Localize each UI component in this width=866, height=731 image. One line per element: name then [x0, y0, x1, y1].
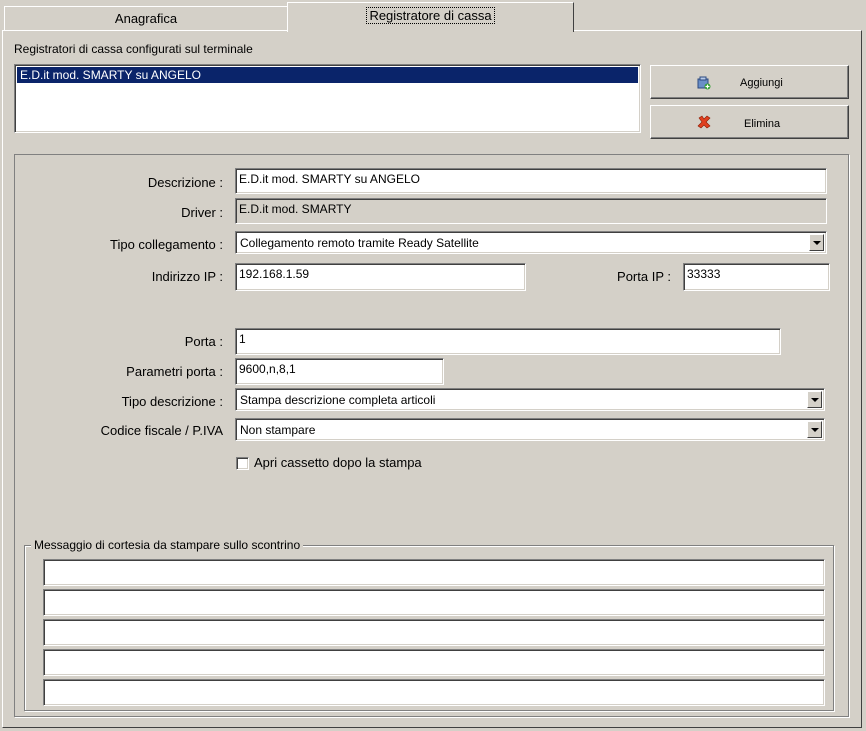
list-item-label: E.D.it mod. SMARTY su ANGELO [20, 68, 201, 82]
tab-registratore-di-cassa[interactable]: Registratore di cassa [287, 2, 574, 32]
messaggio-line-2[interactable] [43, 589, 825, 616]
tab-anagrafica-label: Anagrafica [114, 11, 178, 26]
parametri-porta-label: Parametri porta : [126, 364, 223, 379]
codice-fiscale-select[interactable]: Non stampare [235, 418, 825, 441]
chevron-down-icon[interactable] [807, 421, 822, 438]
porta-ip-label: Porta IP : [617, 269, 671, 284]
codice-fiscale-value: Non stampare [240, 423, 316, 437]
parametri-porta-input[interactable]: 9600,n,8,1 [235, 358, 444, 385]
descrizione-value: E.D.it mod. SMARTY su ANGELO [239, 172, 420, 186]
messaggio-line-5[interactable] [43, 679, 825, 706]
messaggio-line-4[interactable] [43, 649, 825, 676]
tipo-descrizione-label: Tipo descrizione : [121, 394, 223, 409]
indirizzo-ip-label: Indirizzo IP : [151, 269, 223, 284]
codice-fiscale-label: Codice fiscale / P.IVA [100, 423, 223, 438]
indirizzo-ip-input[interactable]: 192.168.1.59 [235, 263, 526, 291]
delete-button[interactable]: Elimina [650, 105, 849, 139]
tipo-collegamento-select[interactable]: Collegamento remoto tramite Ready Satell… [235, 231, 827, 254]
chevron-down-icon[interactable] [809, 234, 824, 251]
driver-value: E.D.it mod. SMARTY [239, 202, 352, 216]
messaggio-group-title: Messaggio di cortesia da stampare sullo … [31, 538, 304, 552]
descrizione-input[interactable]: E.D.it mod. SMARTY su ANGELO [235, 168, 827, 194]
apri-cassetto-checkbox[interactable] [236, 457, 249, 470]
parametri-porta-value: 9600,n,8,1 [239, 362, 296, 376]
porta-ip-input[interactable]: 33333 [683, 263, 830, 291]
register-list[interactable]: E.D.it mod. SMARTY su ANGELO [14, 64, 641, 133]
chevron-down-icon[interactable] [807, 391, 822, 408]
delete-x-icon [697, 115, 711, 129]
tab-registratore-label: Registratore di cassa [366, 7, 495, 24]
tipo-descrizione-select[interactable]: Stampa descrizione completa articoli [235, 388, 825, 411]
porta-ip-value: 33333 [687, 267, 721, 281]
add-button-label: Aggiungi [740, 77, 783, 89]
driver-label: Driver : [181, 205, 223, 220]
add-register-icon [697, 76, 711, 90]
tipo-collegamento-value: Collegamento remoto tramite Ready Satell… [240, 236, 479, 250]
indirizzo-ip-value: 192.168.1.59 [239, 267, 310, 281]
add-button[interactable]: Aggiungi [650, 65, 849, 99]
delete-button-label: Elimina [744, 118, 781, 130]
porta-label: Porta : [184, 334, 223, 349]
messaggio-line-3[interactable] [43, 619, 825, 646]
driver-field: E.D.it mod. SMARTY [235, 198, 827, 224]
porta-value: 1 [239, 332, 246, 346]
tipo-descrizione-value: Stampa descrizione completa articoli [240, 393, 436, 407]
tab-anagrafica[interactable]: Anagrafica [4, 6, 288, 30]
porta-input[interactable]: 1 [235, 328, 781, 355]
list-item[interactable]: E.D.it mod. SMARTY su ANGELO [17, 67, 638, 83]
descrizione-label: Descrizione : [147, 175, 223, 190]
tipo-collegamento-label: Tipo collegamento : [110, 237, 223, 252]
apri-cassetto-label[interactable]: Apri cassetto dopo la stampa [254, 455, 422, 470]
messaggio-line-1[interactable] [43, 559, 825, 586]
list-title: Registratori di cassa configurati sul te… [14, 42, 253, 56]
